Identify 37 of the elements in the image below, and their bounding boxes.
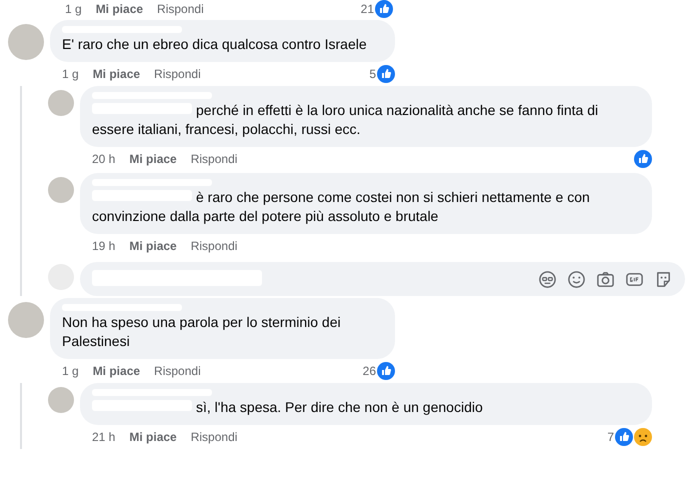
reply-link[interactable]: Rispondi [190, 430, 238, 444]
like-link[interactable]: Mi piace [129, 239, 177, 253]
comment-time: 1 g [62, 364, 79, 378]
sticker-icon[interactable] [654, 270, 673, 288]
avatar[interactable] [8, 302, 44, 338]
comment-text: E' raro che un ebreo dica qualcosa contro Israele [62, 35, 368, 54]
reaction-count: 5 [369, 67, 376, 81]
reply-link[interactable]: Rispondi [157, 2, 204, 16]
comment-time: 21 h [92, 430, 116, 444]
reaction-count: 26 [362, 364, 376, 378]
avatar[interactable] [48, 177, 74, 203]
comment-text: è raro che persone come costei non si schieri nettamente e con convinzione dalla parte del potere più assoluto e brutale [92, 188, 591, 226]
avatar[interactable] [8, 24, 44, 60]
like-link[interactable]: Mi piace [129, 430, 177, 444]
like-link[interactable]: Mi piace [92, 67, 140, 81]
comment-time: 1 g [62, 67, 79, 81]
reply-link[interactable]: Rispondi [154, 67, 201, 81]
avatar[interactable] [48, 387, 74, 413]
camera-icon[interactable] [596, 270, 615, 288]
reaction-count: 21 [360, 2, 374, 16]
avatar-sticker-icon[interactable] [538, 270, 557, 288]
comment-time: 20 h [92, 152, 116, 166]
reply-link[interactable]: Rispondi [190, 152, 238, 166]
like-link[interactable]: Mi piace [92, 364, 140, 378]
comment-text: Non ha speso una parola per lo sterminio dei Palestinesi [62, 313, 342, 351]
reply-link[interactable]: Rispondi [190, 239, 238, 253]
comment-time: 19 h [92, 239, 116, 253]
comment-text: perché in effetti è la loro unica nazionalità anche se fanno finta di essere italiani, francesi, polacchi, russi ecc. [92, 101, 600, 139]
comment-text: sì, l'ha spesa. Per dire che non è un genocidio [92, 398, 640, 417]
reply-input-field[interactable] [80, 262, 685, 296]
reaction-count: 7 [607, 430, 614, 444]
reply-link[interactable]: Rispondi [154, 364, 201, 378]
like-link[interactable]: Mi piace [129, 152, 177, 166]
emoji-icon[interactable] [567, 270, 586, 288]
comment-time: 1 g [65, 2, 82, 16]
avatar[interactable] [48, 90, 74, 116]
like-link[interactable]: Mi piace [96, 2, 144, 16]
